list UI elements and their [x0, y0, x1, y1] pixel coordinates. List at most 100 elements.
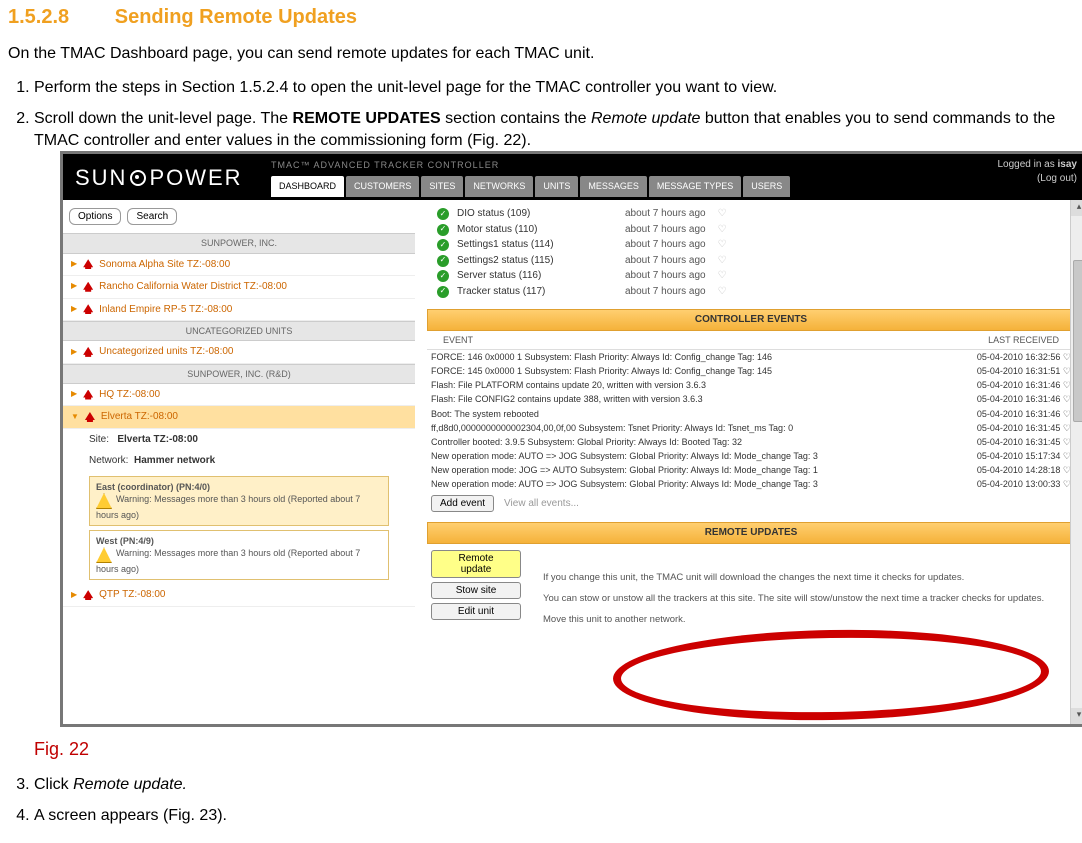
expand-icon: ▶: [71, 590, 77, 601]
app-subtitle: TMAC™ ADVANCED TRACKER CONTROLLER: [271, 159, 499, 171]
event-row: Flash: File PLATFORM contains update 20,…: [427, 378, 1075, 392]
event-row: Controller booted: 3.9.5 Subsystem: Glob…: [427, 435, 1075, 449]
scroll-up-icon[interactable]: ▴: [1071, 200, 1082, 216]
alert-icon: [85, 412, 95, 422]
add-event-button[interactable]: Add event: [431, 495, 494, 512]
tab-sites[interactable]: SITES: [421, 176, 463, 196]
sidebar: Options Search SUNPOWER, INC. ▶Sonoma Al…: [63, 200, 415, 724]
expand-icon: ▶: [71, 304, 77, 315]
ok-icon: ✓: [437, 270, 449, 282]
step-3: Click Remote update.: [34, 774, 1074, 796]
alert-icon: [83, 347, 93, 357]
step-4: A screen appears (Fig. 23).: [34, 805, 1074, 827]
event-row: FORCE: 146 0x0000 1 Subsystem: Flash Pri…: [427, 350, 1075, 364]
intro-paragraph: On the TMAC Dashboard page, you can send…: [8, 43, 1074, 65]
status-row: ✓DIO status (109)about 7 hours ago♡: [437, 206, 1077, 222]
unit-card-west[interactable]: West (PN:4/9) Warning: Messages more tha…: [89, 530, 389, 580]
steps-list: Perform the steps in Section 1.5.2.4 to …: [8, 77, 1074, 827]
tab-messages[interactable]: MESSAGES: [580, 176, 647, 196]
event-row: New operation mode: JOG => AUTO Subsyste…: [427, 463, 1075, 477]
sidebar-group-sunpower: SUNPOWER, INC.: [63, 233, 415, 253]
remote-updates-description: If you change this unit, the TMAC unit w…: [543, 544, 1075, 626]
status-row: ✓Settings1 status (114)about 7 hours ago…: [437, 237, 1077, 253]
alert-icon: [83, 304, 93, 314]
logout-link[interactable]: (Log out): [1037, 173, 1077, 184]
event-row: New operation mode: AUTO => JOG Subsyste…: [427, 477, 1075, 491]
tab-message-types[interactable]: MESSAGE TYPES: [649, 176, 741, 196]
primary-tabs: DASHBOARD CUSTOMERS SITES NETWORKS UNITS…: [271, 176, 790, 196]
events-columns: EVENT LAST RECEIVED: [427, 331, 1075, 350]
tab-customers[interactable]: CUSTOMERS: [346, 176, 419, 196]
step-2: Scroll down the unit-level page. The REM…: [34, 108, 1074, 761]
sidebar-item[interactable]: ▶Inland Empire RP-5 TZ:-08:00: [63, 299, 415, 322]
sidebar-group-rd: SUNPOWER, INC. (R&D): [63, 364, 415, 384]
expand-icon: ▶: [71, 347, 77, 358]
site-label-row: Site: Elverta TZ:-08:00: [63, 429, 415, 451]
stow-site-button[interactable]: Stow site: [431, 582, 521, 599]
ok-icon: ✓: [437, 255, 449, 267]
event-row: Flash: File CONFIG2 contains update 388,…: [427, 392, 1075, 406]
status-list: ✓DIO status (109)about 7 hours ago♡ ✓Mot…: [415, 200, 1082, 301]
heart-icon[interactable]: ♡: [718, 238, 727, 252]
logo-dot-icon: [130, 170, 146, 186]
remote-update-button[interactable]: Remote update: [431, 550, 521, 578]
tab-units[interactable]: UNITS: [535, 176, 578, 196]
collapse-icon: ▼: [71, 412, 79, 423]
tab-users[interactable]: USERS: [743, 176, 790, 196]
sidebar-item[interactable]: ▶Uncategorized units TZ:-08:00: [63, 341, 415, 364]
section-title: Sending Remote Updates: [115, 6, 357, 28]
section-heading: 1.5.2.8 Sending Remote Updates: [8, 6, 1074, 29]
events-body: FORCE: 146 0x0000 1 Subsystem: Flash Pri…: [415, 350, 1082, 491]
status-row: ✓Tracker status (117)about 7 hours ago♡: [437, 284, 1077, 300]
heart-icon[interactable]: ♡: [718, 269, 727, 283]
controller-events-header: CONTROLLER EVENTS: [427, 309, 1075, 331]
col-event: EVENT: [443, 334, 473, 346]
view-all-events-link[interactable]: View all events...: [504, 497, 579, 511]
event-row: Boot: The system rebooted05-04-2010 16:3…: [427, 407, 1075, 421]
event-row: ff,d8d0,0000000000002304,00,0f,00 Subsys…: [427, 421, 1075, 435]
warning-icon: [96, 547, 112, 563]
alert-icon: [83, 590, 93, 600]
sunpower-logo: SUN POWER: [75, 163, 243, 193]
status-row: ✓Motor status (110)about 7 hours ago♡: [437, 222, 1077, 238]
alert-icon: [83, 390, 93, 400]
col-last-received: LAST RECEIVED: [988, 334, 1059, 346]
ok-icon: ✓: [437, 224, 449, 236]
alert-icon: [83, 282, 93, 292]
ok-icon: ✓: [437, 286, 449, 298]
heart-icon[interactable]: ♡: [718, 285, 727, 299]
status-row: ✓Server status (116)about 7 hours ago♡: [437, 268, 1077, 284]
heart-icon[interactable]: ♡: [718, 254, 727, 268]
expand-icon: ▶: [71, 281, 77, 292]
sidebar-item[interactable]: ▶QTP TZ:-08:00: [63, 584, 415, 607]
edit-unit-button[interactable]: Edit unit: [431, 603, 521, 620]
sidebar-item[interactable]: ▶Sonoma Alpha Site TZ:-08:00: [63, 254, 415, 277]
section-number: 1.5.2.8: [8, 6, 69, 28]
step-1: Perform the steps in Section 1.5.2.4 to …: [34, 77, 1074, 99]
scrollbar-thumb[interactable]: [1073, 260, 1082, 422]
figure-caption: Fig. 22: [34, 737, 1074, 761]
event-row: FORCE: 145 0x0000 1 Subsystem: Flash Pri…: [427, 364, 1075, 378]
expand-icon: ▶: [71, 259, 77, 270]
sidebar-item[interactable]: ▶Rancho California Water District TZ:-08…: [63, 276, 415, 299]
options-button[interactable]: Options: [69, 208, 121, 225]
sidebar-item-selected[interactable]: ▼Elverta TZ:-08:00: [63, 406, 415, 429]
sidebar-group-uncategorized: UNCATEGORIZED UNITS: [63, 321, 415, 341]
expand-icon: ▶: [71, 389, 77, 400]
search-button[interactable]: Search: [127, 208, 177, 225]
sidebar-item[interactable]: ▶HQ TZ:-08:00: [63, 384, 415, 407]
scroll-down-icon[interactable]: ▾: [1071, 708, 1082, 724]
login-status: Logged in as isay (Log out): [997, 158, 1077, 185]
tab-networks[interactable]: NETWORKS: [465, 176, 533, 196]
status-row: ✓Settings2 status (115)about 7 hours ago…: [437, 253, 1077, 269]
main-content: ✓DIO status (109)about 7 hours ago♡ ✓Mot…: [415, 200, 1082, 724]
alert-icon: [83, 259, 93, 269]
vertical-scrollbar[interactable]: ▴ ▾: [1070, 200, 1082, 724]
app-topbar: SUN POWER TMAC™ ADVANCED TRACKER CONTROL…: [63, 154, 1082, 200]
heart-icon[interactable]: ♡: [718, 223, 727, 237]
heart-icon[interactable]: ♡: [718, 207, 727, 221]
network-label-row: Network: Hammer network: [63, 450, 415, 472]
tab-dashboard[interactable]: DASHBOARD: [271, 176, 344, 196]
unit-card-east[interactable]: East (coordinator) (PN:4/0) Warning: Mes…: [89, 476, 389, 526]
remote-updates-header: REMOTE UPDATES: [427, 522, 1075, 544]
